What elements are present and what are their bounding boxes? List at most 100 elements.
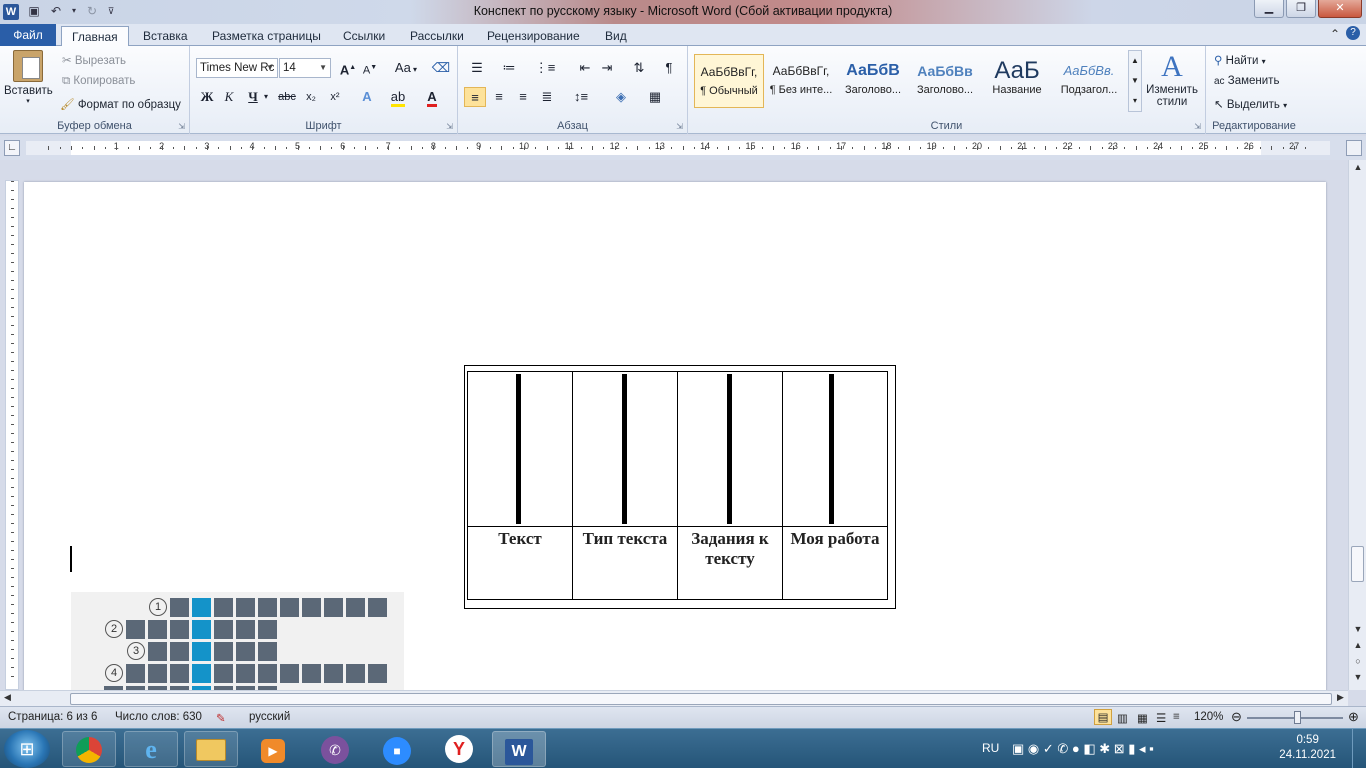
close-button[interactable]: ✕ xyxy=(1318,0,1362,18)
scroll-down-icon[interactable]: ▼ xyxy=(1349,624,1366,634)
viber-icon[interactable]: ✆ xyxy=(308,731,362,767)
sort-icon[interactable]: ⇅ xyxy=(628,58,650,78)
bullets-icon[interactable]: ☰ xyxy=(466,58,488,78)
shading-icon[interactable]: ◈ xyxy=(610,87,632,107)
previous-page-icon[interactable]: ▲ xyxy=(1349,640,1366,650)
italic-button[interactable]: К xyxy=(218,87,240,107)
clock[interactable]: 0:59 24.11.2021 xyxy=(1279,733,1336,763)
grow-font-button[interactable]: A▲ xyxy=(337,58,359,78)
paragraph-launcher-icon[interactable]: ⇲ xyxy=(676,122,683,131)
font-launcher-icon[interactable]: ⇲ xyxy=(446,122,453,131)
styles-gallery-scroll[interactable]: ▲ ▼ ▾ xyxy=(1128,50,1142,112)
zoom-in-icon[interactable]: ⊕ xyxy=(1348,709,1359,725)
vertical-ruler[interactable] xyxy=(5,180,19,690)
increase-indent-icon[interactable]: ⇥ xyxy=(596,58,618,78)
strikethrough-button[interactable]: abc xyxy=(276,87,298,107)
font-color-icon[interactable]: A xyxy=(421,87,443,107)
word-taskbar-icon[interactable]: W xyxy=(492,731,546,767)
change-styles-button[interactable]: A Изменить стили xyxy=(1144,50,1200,108)
tab-mailings[interactable]: Рассылки xyxy=(400,26,474,46)
document-area[interactable]: Текст Тип текста Задания к тексту Моя ра… xyxy=(0,160,1348,690)
style-heading-2[interactable]: АаБбВв Заголово... xyxy=(910,54,980,108)
table-cell[interactable] xyxy=(782,371,888,527)
table-cell[interactable] xyxy=(677,371,783,527)
highlight-color-icon[interactable]: ab xyxy=(387,87,409,107)
font-size-combo[interactable]: 14 ▼ xyxy=(279,58,331,78)
show-formatting-marks-icon[interactable]: ¶ xyxy=(658,58,680,78)
select-button[interactable]: ↖ Выделить ▾ xyxy=(1214,97,1287,111)
full-screen-reading-icon[interactable]: ▥ xyxy=(1117,711,1128,725)
table-cell[interactable] xyxy=(572,371,678,527)
justify-icon[interactable]: ≣ xyxy=(536,87,558,107)
decrease-indent-icon[interactable]: ⇤ xyxy=(574,58,596,78)
scroll-up-icon[interactable]: ▲ xyxy=(1349,162,1366,172)
zoom-level[interactable]: 120% xyxy=(1194,711,1223,723)
clear-formatting-icon[interactable]: ⌫ xyxy=(430,58,452,78)
numbering-icon[interactable]: ≔ xyxy=(498,58,520,78)
yandex-browser-icon[interactable]: Y xyxy=(432,731,486,767)
web-layout-icon[interactable]: ▦ xyxy=(1137,711,1148,725)
print-layout-view-icon[interactable]: ▤ xyxy=(1094,709,1112,725)
horizontal-scrollbar[interactable]: ◀ ▶ xyxy=(0,690,1348,706)
table-header-my-work[interactable]: Моя работа xyxy=(782,526,888,600)
table-header-text[interactable]: Текст xyxy=(467,526,573,600)
horizontal-ruler[interactable]: 1234567891011121314151617181920212223242… xyxy=(26,141,1330,155)
style-no-spacing[interactable]: АаБбВвГг, ¶ Без инте... xyxy=(766,54,836,108)
table-header-tasks[interactable]: Задания к тексту xyxy=(677,526,783,600)
style-heading-1[interactable]: АаБбВ Заголово... xyxy=(838,54,908,108)
style-title[interactable]: АаБ Название xyxy=(982,54,1052,108)
scroll-left-icon[interactable]: ◀ xyxy=(4,692,11,703)
language[interactable]: русский xyxy=(249,711,290,723)
select-browse-object-icon[interactable]: ○ xyxy=(1349,656,1366,666)
text-effects-icon[interactable]: A xyxy=(356,87,378,107)
line-spacing-icon[interactable]: ↕≡ xyxy=(570,87,592,107)
vertical-scrollbar[interactable]: ▲ ▼ ▲ ○ ▼ xyxy=(1348,160,1366,690)
table-header-type[interactable]: Тип текста xyxy=(572,526,678,600)
vertical-scroll-thumb[interactable] xyxy=(1351,546,1364,582)
bold-button[interactable]: Ж xyxy=(196,87,218,107)
underline-dropdown-icon[interactable]: ▾ xyxy=(260,87,272,107)
tab-home[interactable]: Главная xyxy=(61,26,129,46)
find-button[interactable]: ⚲ Найти ▾ xyxy=(1214,53,1266,67)
tab-page-layout[interactable]: Разметка страницы xyxy=(202,26,331,46)
table-cell[interactable] xyxy=(467,371,573,527)
zoom-slider-thumb[interactable] xyxy=(1294,711,1301,724)
language-indicator[interactable]: RU xyxy=(982,741,999,755)
task-table[interactable]: Текст Тип текста Задания к тексту Моя ра… xyxy=(467,371,888,600)
style-subtitle[interactable]: АаБбВв. Подзагол... xyxy=(1054,54,1124,108)
show-desktop-button[interactable] xyxy=(1352,729,1366,768)
tray-icons[interactable]: ▣ ◉ ✓ ✆ ● ◧ ✱ ⊠ ▮ ◂ ▪ xyxy=(1012,741,1154,757)
superscript-button[interactable]: x² xyxy=(324,87,346,107)
tab-file[interactable]: Файл xyxy=(0,24,56,46)
minimize-button[interactable]: ▁ xyxy=(1254,0,1284,18)
start-button[interactable]: ⊞ xyxy=(4,730,50,768)
zoom-out-icon[interactable]: ⊖ xyxy=(1231,709,1242,725)
style-normal[interactable]: АаБбВвГг, ¶ Обычный xyxy=(694,54,764,108)
copy-button[interactable]: ⧉ Копировать xyxy=(62,75,135,88)
media-player-icon[interactable]: ▶ xyxy=(246,731,300,767)
help-icon[interactable]: ? xyxy=(1346,26,1360,40)
tab-selector[interactable]: ∟ xyxy=(4,140,20,156)
scroll-right-icon[interactable]: ▶ xyxy=(1337,692,1344,703)
change-case-button[interactable]: Aa ▾ xyxy=(392,58,420,78)
format-painter-button[interactable]: 🖌 Формат по образцу xyxy=(60,97,181,111)
cut-button[interactable]: ✂ Вырезать xyxy=(62,53,126,67)
document-page[interactable]: Текст Тип текста Задания к тексту Моя ра… xyxy=(24,182,1326,690)
proofing-icon[interactable]: ✎ xyxy=(216,711,226,725)
font-name-combo[interactable]: Times New Rc ▼ xyxy=(196,58,278,78)
align-right-icon[interactable]: ≡ xyxy=(512,87,534,107)
styles-launcher-icon[interactable]: ⇲ xyxy=(1194,122,1201,131)
maximize-button[interactable]: ❐ xyxy=(1286,0,1316,18)
subscript-button[interactable]: x₂ xyxy=(300,87,322,107)
tab-references[interactable]: Ссылки xyxy=(333,26,395,46)
draft-view-icon[interactable]: ≡ xyxy=(1173,711,1180,723)
zoom-app-icon[interactable]: ■ xyxy=(370,731,424,767)
tab-insert[interactable]: Вставка xyxy=(133,26,198,46)
paste-dropdown-icon[interactable]: ▾ xyxy=(4,97,52,105)
shrink-font-button[interactable]: A▼ xyxy=(359,58,381,78)
clipboard-launcher-icon[interactable]: ⇲ xyxy=(178,122,185,131)
outline-view-icon[interactable]: ☰ xyxy=(1156,711,1166,725)
align-left-icon[interactable]: ≡ xyxy=(464,87,486,107)
internet-explorer-icon[interactable]: e xyxy=(124,731,178,767)
paste-button[interactable]: Вставить ▾ xyxy=(4,50,53,105)
